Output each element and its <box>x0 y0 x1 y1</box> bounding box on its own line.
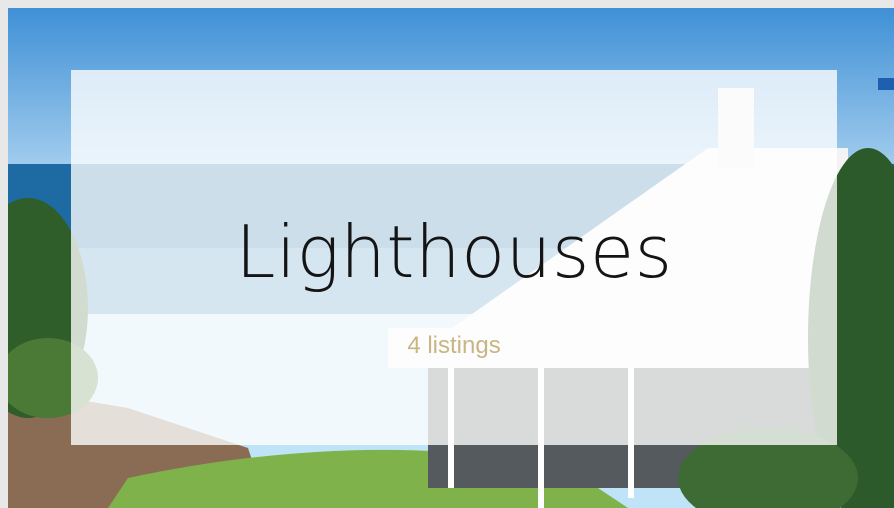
listing-count: 4 listings <box>407 332 501 359</box>
collection-overlay: Lighthouses 4 listings <box>71 70 837 445</box>
collection-title: Lighthouses <box>235 210 673 294</box>
collection-card[interactable]: Lighthouses 4 listings <box>8 8 894 508</box>
